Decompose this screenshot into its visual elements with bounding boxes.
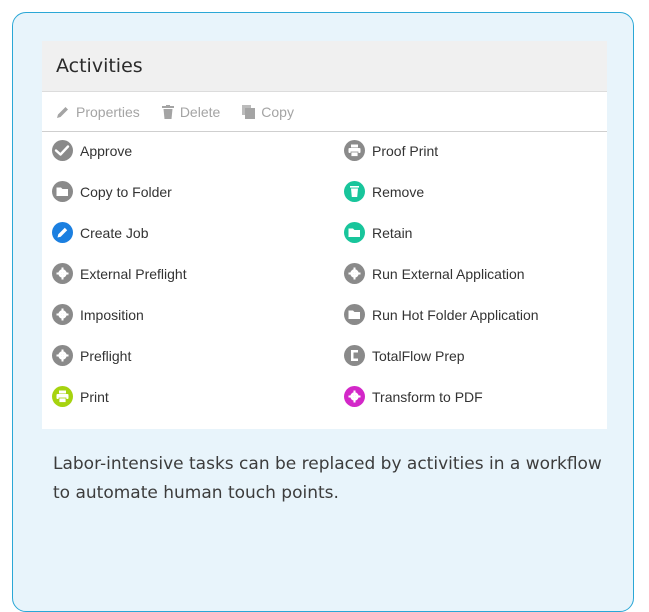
toolbar: Properties Delete Copy — [42, 92, 607, 132]
panel-header: Activities — [42, 41, 607, 92]
activity-item[interactable]: Create Job — [52, 222, 148, 243]
activity-label: Transform to PDF — [372, 388, 483, 405]
copy-button[interactable]: Copy — [242, 104, 294, 120]
activity-item[interactable]: Transform to PDF — [344, 386, 483, 407]
pencil-icon — [57, 106, 68, 118]
activity-item[interactable]: External Preflight — [52, 263, 187, 284]
activity-label: Retain — [372, 224, 413, 241]
panel-title: Activities — [56, 55, 143, 77]
activity-label: Imposition — [80, 306, 144, 323]
activity-item[interactable]: Run External Application — [344, 263, 525, 284]
folder-icon — [344, 222, 365, 243]
activity-label: Approve — [80, 142, 133, 159]
printer-icon — [52, 386, 73, 407]
gear-icon — [344, 263, 365, 284]
trash-icon — [344, 181, 365, 202]
activity-label: Create Job — [80, 224, 149, 241]
activity-item[interactable]: Run Hot Folder Application — [344, 304, 539, 325]
delete-label: Delete — [179, 103, 221, 120]
activity-item[interactable]: Proof Print — [344, 140, 438, 161]
activity-item[interactable]: Print — [52, 386, 109, 407]
delete-button[interactable]: Delete — [161, 103, 221, 120]
activity-item[interactable]: Approve — [52, 140, 132, 161]
prep-icon — [344, 345, 365, 366]
printer-icon — [344, 140, 365, 161]
gear-icon — [52, 263, 73, 284]
folder-icon — [52, 181, 73, 202]
copy-icon — [242, 104, 256, 119]
check-icon — [52, 140, 73, 161]
activity-label: Preflight — [80, 347, 132, 364]
activity-item[interactable]: Remove — [344, 181, 424, 202]
copy-label: Copy — [261, 103, 294, 120]
activity-label: Copy to Folder — [80, 183, 172, 200]
properties-button[interactable]: Properties — [56, 104, 140, 120]
activity-item[interactable]: Imposition — [52, 304, 144, 325]
pencil-icon — [52, 222, 73, 243]
activity-label: TotalFlow Prep — [372, 347, 465, 364]
properties-label: Properties — [76, 103, 140, 120]
activity-item[interactable]: TotalFlow Prep — [344, 345, 465, 366]
trash-icon — [161, 104, 174, 119]
activity-label: Remove — [372, 183, 425, 200]
folder-icon — [344, 304, 365, 325]
activity-item[interactable]: Preflight — [52, 345, 131, 366]
activity-item[interactable]: Copy to Folder — [52, 181, 172, 202]
activity-label: Print — [80, 388, 109, 405]
activities-panel: Activities Properties Delete Copy Approv… — [42, 41, 607, 429]
gear-icon — [344, 386, 365, 407]
gear-icon — [52, 345, 73, 366]
activity-label: Run External Application — [372, 265, 525, 282]
caption: Labor-intensive tasks can be replaced by… — [53, 454, 602, 503]
activity-label: Run Hot Folder Application — [372, 306, 539, 323]
activity-item[interactable]: Retain — [344, 222, 412, 243]
activity-label: Proof Print — [372, 142, 439, 159]
gear-icon — [52, 304, 73, 325]
activity-label: External Preflight — [80, 265, 187, 282]
